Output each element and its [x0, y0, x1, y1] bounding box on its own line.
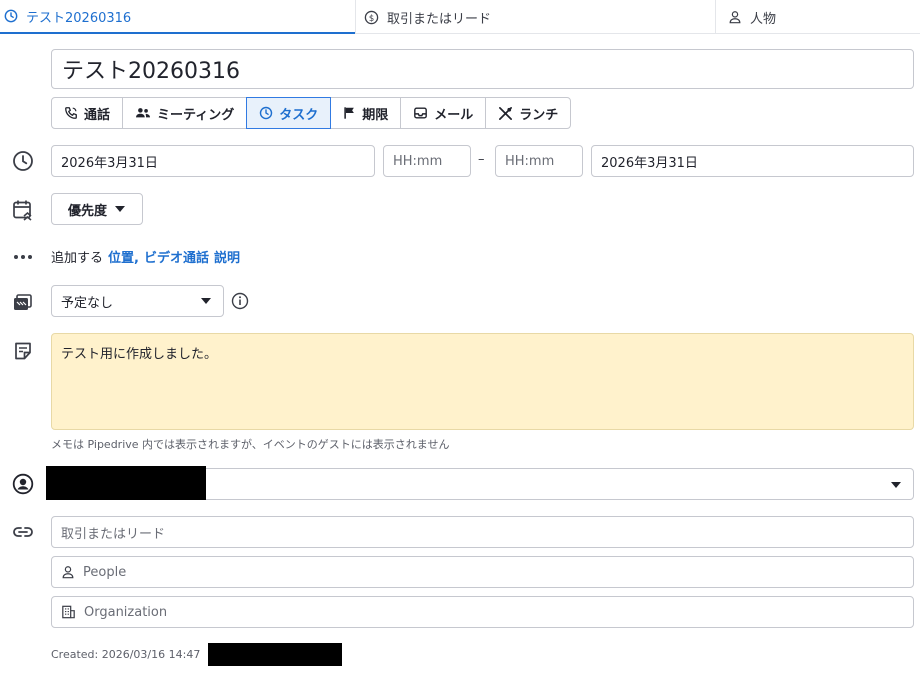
deal-field[interactable]: 取引またはリード: [51, 516, 914, 548]
type-call-button[interactable]: 通話: [51, 97, 124, 129]
add-description-link[interactable]: 説明: [214, 247, 240, 266]
type-call-label: 通話: [84, 107, 111, 123]
tab-person[interactable]: 人物: [715, 0, 920, 34]
created-timestamp: Created: 2026/03/16 14:47: [51, 648, 201, 661]
caret-down-icon: [891, 482, 901, 488]
subject-input[interactable]: テスト20260316: [51, 49, 914, 89]
availability-value: 予定なし: [61, 295, 114, 311]
tab-person-label: 人物: [750, 11, 777, 27]
info-icon[interactable]: [230, 291, 250, 311]
add-more-line: 追加する 位置, ビデオ通話 説明: [51, 247, 240, 266]
deal-placeholder: 取引またはリード: [61, 526, 166, 542]
people-icon: [136, 108, 151, 118]
priority-dropdown[interactable]: 優先度: [51, 193, 143, 225]
type-email-label: メール: [434, 107, 474, 123]
building-icon: [62, 605, 75, 619]
phone-icon: [65, 107, 77, 119]
type-meeting-button[interactable]: ミーティング: [122, 97, 248, 129]
type-deadline-button[interactable]: 期限: [330, 97, 402, 129]
clock-icon: [260, 106, 273, 120]
note-hint: メモは Pipedrive 内では表示されますが、イベントのゲストには表示されま…: [51, 438, 450, 451]
caret-down-icon: [115, 206, 126, 212]
tab-activity[interactable]: テスト20260316: [0, 0, 355, 34]
type-meeting-label: ミーティング: [157, 107, 235, 123]
redacted-creator: [208, 643, 342, 666]
flag-icon: [344, 107, 355, 119]
type-deadline-label: 期限: [362, 107, 389, 123]
activity-type-selector: 通話 ミーティング タスク 期限 メール ランチ: [51, 97, 572, 129]
availability-select[interactable]: 予定なし: [51, 285, 224, 317]
type-task-label: タスク: [279, 107, 319, 123]
type-email-button[interactable]: メール: [400, 97, 487, 129]
person-icon: [729, 11, 741, 24]
activity-tabs: テスト20260316 $ 取引またはリード 人物: [0, 0, 920, 34]
more-dots-icon: [11, 245, 35, 269]
tab-activity-label: テスト20260316: [26, 10, 132, 26]
type-lunch-button[interactable]: ランチ: [485, 97, 572, 129]
tab-deal-label: 取引またはリード: [387, 11, 492, 27]
end-time-field[interactable]: HH:mm: [495, 145, 583, 177]
user-circle-icon: [11, 472, 35, 496]
people-placeholder: People: [83, 564, 127, 580]
priority-label: 優先度: [68, 203, 108, 219]
organization-placeholder: Organization: [84, 604, 168, 620]
time-separator: –: [478, 152, 485, 167]
inbox-icon: [414, 107, 428, 119]
type-lunch-label: ランチ: [519, 107, 559, 123]
start-time-field[interactable]: HH:mm: [383, 145, 471, 177]
caret-down-icon: [201, 298, 211, 304]
redacted-assignee: [46, 466, 206, 500]
person-icon: [62, 566, 74, 579]
note-textarea[interactable]: テスト用に作成しました。: [51, 333, 914, 430]
note-icon: [11, 339, 35, 363]
add-video-call-link[interactable]: ビデオ通話: [144, 247, 209, 266]
start-date-field[interactable]: 2026年3月31日: [51, 145, 375, 177]
tab-deal[interactable]: $ 取引またはリード: [355, 0, 715, 34]
end-date-field[interactable]: 2026年3月31日: [591, 145, 914, 177]
svg-text:$: $: [369, 12, 374, 22]
cutlery-icon: [499, 106, 513, 120]
people-field[interactable]: People: [51, 556, 914, 588]
add-location-link[interactable]: 位置,: [108, 247, 139, 266]
calendar-priority-icon: [11, 198, 35, 222]
clock-icon: [4, 9, 18, 23]
availability-icon: [11, 290, 35, 314]
clock-icon: [11, 149, 35, 173]
dollar-icon: $: [364, 10, 379, 24]
organization-field[interactable]: Organization: [51, 596, 914, 628]
type-task-button[interactable]: タスク: [246, 97, 332, 129]
link-icon: [11, 520, 35, 544]
add-more-prefix: 追加する: [51, 251, 104, 266]
